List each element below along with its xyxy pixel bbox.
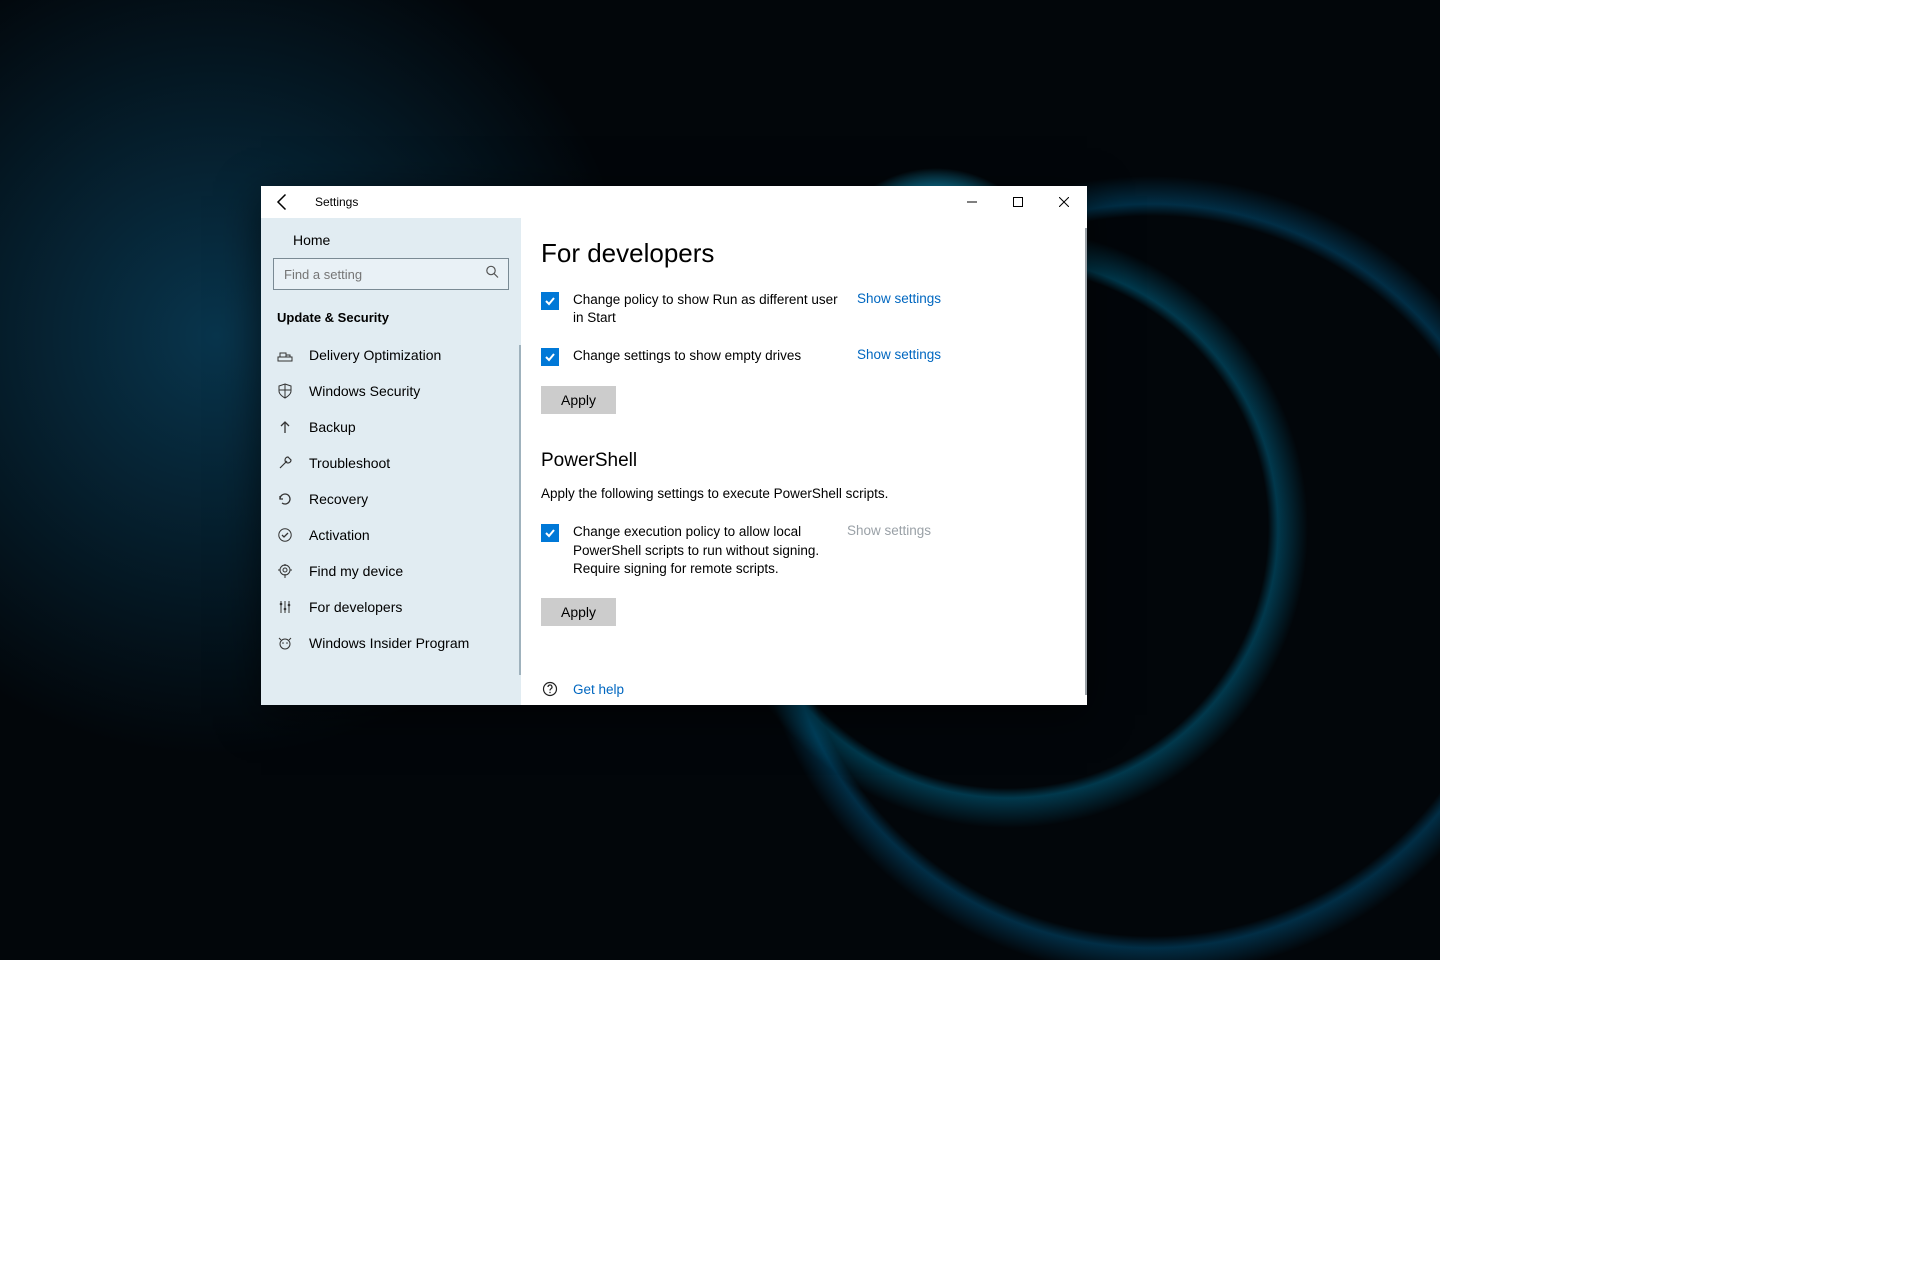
content-pane: For developers Change policy to show Run… [521,218,1087,705]
desktop-wallpaper: Settings Home [0,0,1440,960]
sidebar-item-delivery-optimization[interactable]: Delivery Optimization [261,337,521,373]
sidebar-item-for-developers[interactable]: For developers [261,589,521,625]
developers-icon [277,599,293,615]
checkbox-run-as-user[interactable] [541,292,559,310]
sidebar-item-recovery[interactable]: Recovery [261,481,521,517]
sidebar-home-label: Home [293,232,330,248]
sidebar-item-backup[interactable]: Backup [261,409,521,445]
close-icon [1059,197,1069,207]
recovery-icon [277,491,293,507]
window-title: Settings [315,195,358,209]
sidebar-item-label: Find my device [309,563,403,579]
sidebar-item-windows-security[interactable]: Windows Security [261,373,521,409]
page-title: For developers [541,238,1087,269]
check-icon [544,351,556,363]
sidebar-item-label: For developers [309,599,402,615]
wrench-icon [277,455,293,471]
show-settings-link[interactable]: Show settings [857,291,941,306]
give-feedback-row[interactable]: Give feedback [541,704,1087,705]
maximize-icon [1013,197,1023,207]
check-icon [544,295,556,307]
delivery-icon [277,347,293,363]
apply-button[interactable]: Apply [541,386,616,414]
content-scrollbar[interactable] [1085,228,1087,695]
checkbox-powershell-policy[interactable] [541,524,559,542]
sidebar-item-label: Troubleshoot [309,455,390,471]
location-icon [277,563,293,579]
checkbox-empty-drives[interactable] [541,348,559,366]
show-settings-link-disabled[interactable]: Show settings [847,523,931,538]
help-icon [541,680,559,698]
minimize-button[interactable] [949,186,995,218]
sidebar: Home Update & Security Del [261,218,521,705]
shield-icon [277,383,293,399]
section-title-powershell: PowerShell [541,450,1087,472]
sidebar-item-label: Backup [309,419,356,435]
feedback-icon [541,704,559,705]
sidebar-item-label: Recovery [309,491,368,507]
insider-icon [277,635,293,651]
check-icon [544,527,556,539]
setting-label: Change execution policy to allow local P… [573,523,833,578]
sidebar-item-label: Windows Insider Program [309,635,469,651]
check-circle-icon [277,527,293,543]
setting-label: Change settings to show empty drives [573,347,843,365]
get-help-link: Get help [573,682,624,697]
sidebar-nav: Delivery Optimization Windows Security B… [261,337,521,705]
sidebar-group-header: Update & Security [261,298,521,337]
sidebar-item-troubleshoot[interactable]: Troubleshoot [261,445,521,481]
sidebar-item-windows-insider[interactable]: Windows Insider Program [261,625,521,661]
setting-label: Change policy to show Run as different u… [573,291,843,327]
backup-icon [277,419,293,435]
settings-window: Settings Home [261,186,1087,705]
setting-powershell-policy: Change execution policy to allow local P… [541,523,941,578]
get-help-row[interactable]: Get help [541,680,1087,698]
sidebar-item-label: Activation [309,527,370,543]
sidebar-home[interactable]: Home [261,222,521,258]
sidebar-item-activation[interactable]: Activation [261,517,521,553]
search-input[interactable] [273,258,509,290]
back-button[interactable] [273,192,293,212]
minimize-icon [967,197,977,207]
sidebar-item-label: Delivery Optimization [309,347,441,363]
close-button[interactable] [1041,186,1087,218]
search-icon [485,265,499,284]
setting-empty-drives: Change settings to show empty drives Sho… [541,347,941,366]
maximize-button[interactable] [995,186,1041,218]
section-desc-powershell: Apply the following settings to execute … [541,486,1087,501]
show-settings-link[interactable]: Show settings [857,347,941,362]
arrow-left-icon [273,192,293,212]
apply-button-powershell[interactable]: Apply [541,598,616,626]
sidebar-item-label: Windows Security [309,383,420,399]
sidebar-item-find-my-device[interactable]: Find my device [261,553,521,589]
setting-run-as-user: Change policy to show Run as different u… [541,291,941,327]
titlebar: Settings [261,186,1087,218]
